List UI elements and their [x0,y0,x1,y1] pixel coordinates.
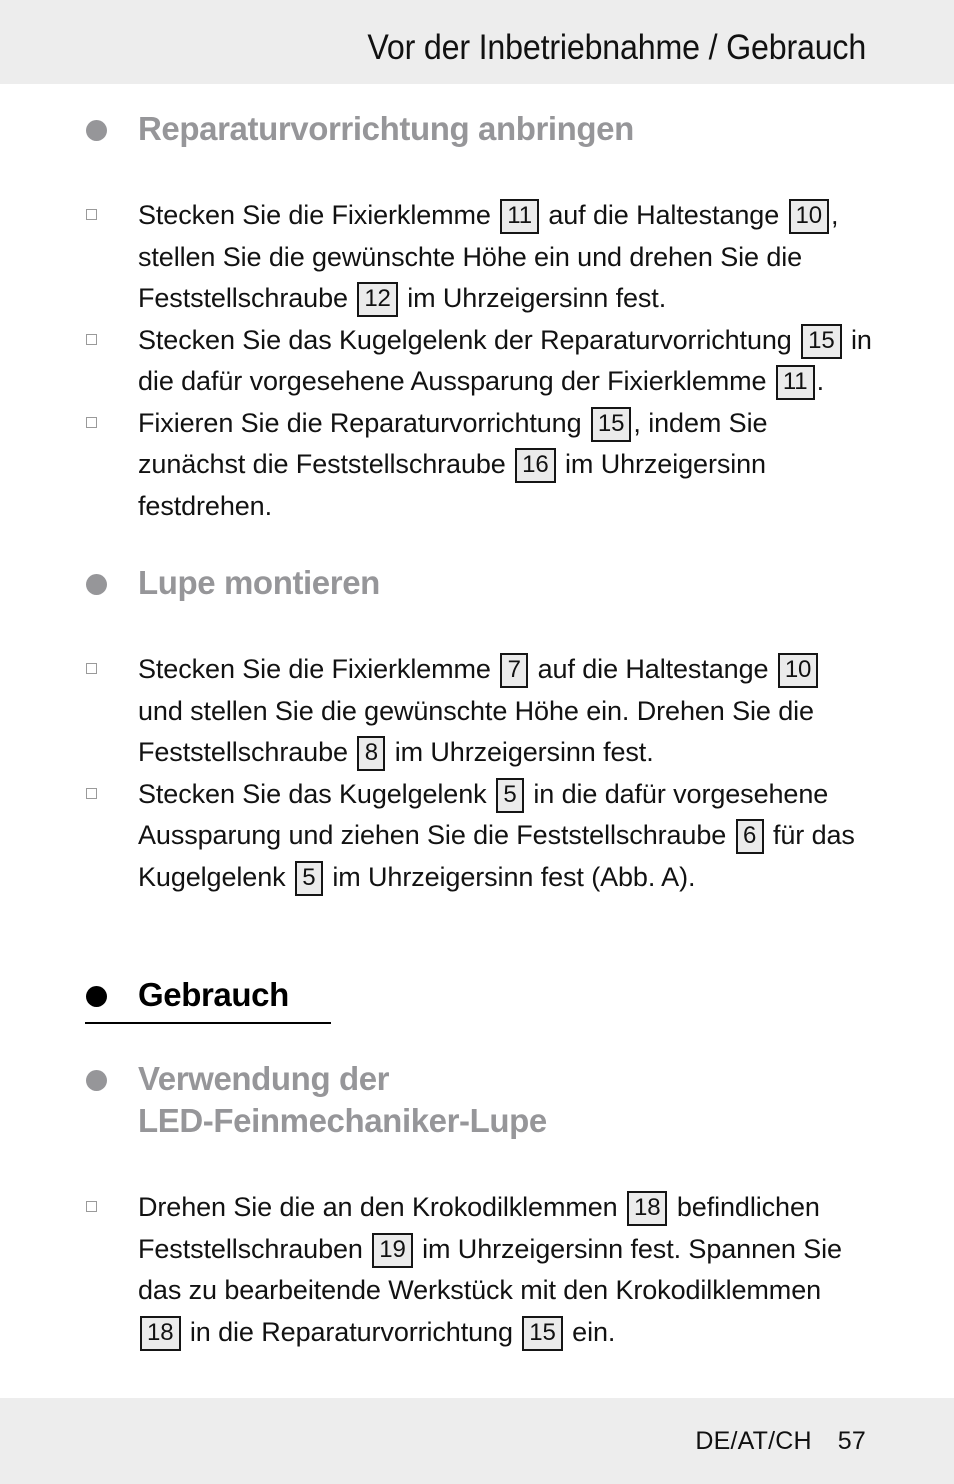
list-bullet-square-icon [86,209,97,220]
section-heading-label-line1: Verwendung der [138,1060,390,1097]
list-verwendung: Drehen Sie die an den Krokodilklemmen 18… [0,1187,954,1353]
page-header-band: Vor der Inbetriebnahme / Gebrauch [0,0,954,84]
list-item-text: Stecken Sie das Kugelgelenk 5 in die daf… [138,777,855,896]
ref-box: 18 [626,1191,668,1226]
list-lupe-montieren: Stecken Sie die Fixierklemme 7 auf die H… [0,649,954,898]
list-item-text: Drehen Sie die an den Krokodilklemmen 18… [138,1191,842,1351]
section-heading: Gebrauch [0,974,954,1024]
list-item: Stecken Sie das Kugelgelenk der Reparatu… [0,320,954,403]
ref-box: 11 [500,199,539,234]
section-lupe-montieren: Lupe montieren [0,562,954,604]
ref-box: 8 [357,736,386,771]
ref-box: 10 [777,653,819,688]
bullet-circle-icon [86,1070,107,1091]
ref-box: 5 [294,860,323,896]
list-item-text: Stecken Sie die Fixierklemme 11 auf die … [138,199,839,317]
bullet-circle-icon [86,574,107,595]
ref-box: 15 [590,406,632,442]
ref-box: 10 [788,199,830,234]
ref-box: 19 [372,1232,413,1268]
list-bullet-square-icon [86,1201,97,1212]
ref-box: 16 [515,448,556,483]
section-heading: Lupe montieren [0,562,954,604]
list-item: Stecken Sie die Fixierklemme 11 auf die … [0,195,954,320]
section-heading-label-line2: LED-Feinmechaniker-Lupe [138,1102,547,1139]
list-item: Fixieren Sie die Reparaturvorrichtung 15… [0,403,954,528]
list-item-text: Stecken Sie das Kugelgelenk der Reparatu… [138,323,872,400]
page-header-title: Vor der Inbetriebnahme / Gebrauch [367,28,866,67]
list-bullet-square-icon [86,787,97,799]
list-bullet-square-icon [86,416,97,428]
list-item-text: Stecken Sie die Fixierklemme 7 auf die H… [138,653,820,771]
ref-box: 11 [775,365,815,400]
ref-box: 18 [140,1315,181,1351]
list-bullet-square-icon [86,663,97,674]
section-heading-underline [85,1022,331,1024]
section-reparaturvorrichtung-anbringen: Reparaturvorrichtung anbringen [0,108,954,150]
list-reparaturvorrichtung-anbringen: Stecken Sie die Fixierklemme 11 auf die … [0,195,954,527]
section-heading: Verwendung der LED-Feinmechaniker-Lupe [0,1058,954,1142]
page-footer-band: DE/AT/CH 57 [0,1398,954,1484]
section-heading-label: Lupe montieren [138,564,380,601]
footer-locale-label: DE/AT/CH [695,1427,812,1455]
ref-box: 15 [522,1315,563,1351]
list-bullet-square-icon [86,333,97,345]
bullet-circle-icon [86,986,107,1007]
list-item: Stecken Sie das Kugelgelenk 5 in die daf… [0,774,954,899]
ref-box: 5 [495,777,524,813]
footer-page-number: 57 [837,1427,866,1455]
ref-box: 6 [735,819,764,854]
page-footer: DE/AT/CH 57 [695,1426,866,1456]
page-content: Reparaturvorrichtung anbringen Stecken S… [0,84,954,1398]
list-item-text: Fixieren Sie die Reparaturvorrichtung 15… [138,406,768,521]
list-item: Drehen Sie die an den Krokodilklemmen 18… [0,1187,954,1353]
bullet-circle-icon [86,120,107,141]
section-verwendung-der-led-feinmechaniker-lupe: Verwendung der LED-Feinmechaniker-Lupe [0,1058,954,1142]
section-heading-label: Gebrauch [138,976,289,1013]
section-heading-label: Reparaturvorrichtung anbringen [138,110,634,147]
list-item: Stecken Sie die Fixierklemme 7 auf die H… [0,649,954,774]
ref-box: 7 [500,653,529,688]
section-heading: Reparaturvorrichtung anbringen [0,108,954,150]
ref-box: 15 [801,323,842,359]
section-gebrauch: Gebrauch [0,974,954,1024]
ref-box: 12 [357,282,398,317]
